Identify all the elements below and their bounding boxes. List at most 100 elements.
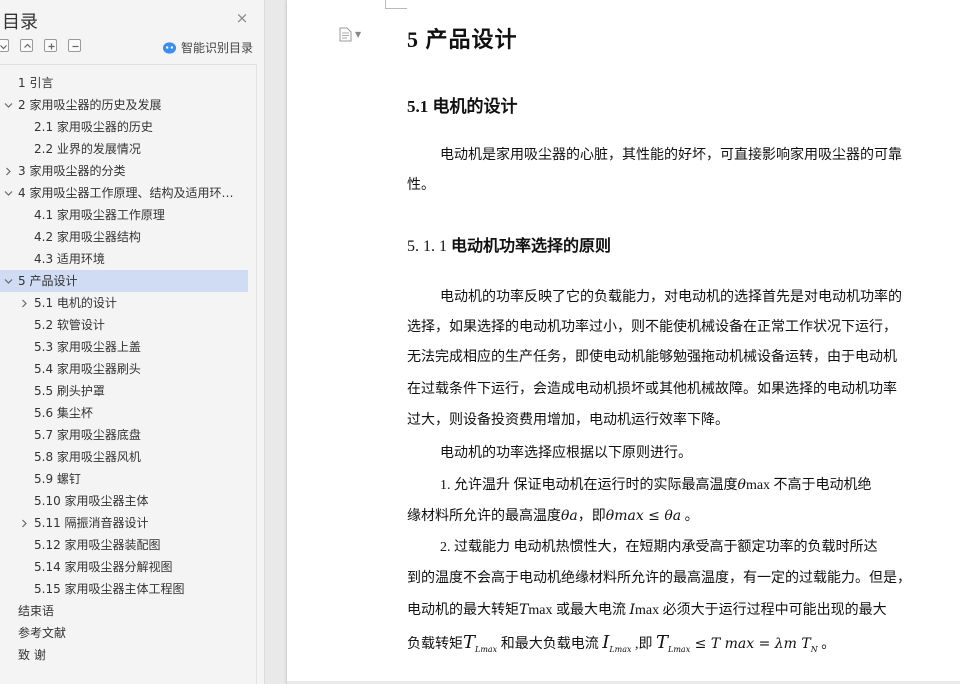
toc-item[interactable]: 4.3 适用环境 xyxy=(0,248,248,270)
toc-item-label: 5.4 家用吸尘器刷头 xyxy=(34,362,141,376)
paragraph-2-line1: 电动机的功率反映了它的负载能力，对电动机的选择首先是对电动机功率的 xyxy=(440,290,902,305)
toc-item[interactable]: 4 家用吸尘器工作原理、结构及适用环… xyxy=(0,182,248,204)
toc-item-label: 5.11 隔振消音器设计 xyxy=(34,516,149,530)
chevron-right-icon[interactable] xyxy=(20,519,29,528)
toc-item-label: 5.2 软管设计 xyxy=(34,318,105,332)
toc-item[interactable]: 5.8 家用吸尘器风机 xyxy=(0,446,248,468)
toc-item-label: 5.7 家用吸尘器底盘 xyxy=(34,428,141,442)
chevron-right-icon[interactable] xyxy=(4,167,13,176)
toc-item[interactable]: 5.2 软管设计 xyxy=(0,314,248,336)
chevron-down-icon: ▼ xyxy=(355,30,362,39)
toc-item-label: 参考文献 xyxy=(18,626,67,640)
toc-item[interactable]: 5.5 刷头护罩 xyxy=(0,380,248,402)
p4-text-a: 1. 允许温升 保证电动机在运行时的实际最高温度 xyxy=(440,478,738,493)
theta-inequality: θmax ≤ θa xyxy=(605,508,682,524)
expand-icon[interactable] xyxy=(44,39,57,52)
toc-item-label: 5.6 集尘杯 xyxy=(34,406,93,420)
chevron-down-icon[interactable] xyxy=(4,101,13,110)
t-max-symbol: T xyxy=(519,602,529,618)
paragraph-2-line4: 在过载条件下运行，会造成电动机损坏或其他机械故障。如果选择的电动机功率 xyxy=(407,382,897,397)
page-corner-mark xyxy=(385,0,407,9)
toc-item[interactable]: 2 家用吸尘器的历史及发展 xyxy=(0,94,248,116)
toc-item-label: 2.2 业界的发展情况 xyxy=(34,142,141,156)
toc-list: 1 引言 2 家用吸尘器的历史及发展 2.1 家用吸尘器的历史 2.2 业界的发展情况… xyxy=(0,72,248,666)
smart-recognize-icon xyxy=(162,42,177,54)
toc-item-label: 5.15 家用吸尘器主体工程图 xyxy=(34,582,185,596)
collapse-icon[interactable] xyxy=(68,39,81,52)
toc-item[interactable]: 2.1 家用吸尘器的历史 xyxy=(0,116,248,138)
toc-item-label: 5.1 电机的设计 xyxy=(34,296,117,310)
document-icon xyxy=(339,27,352,42)
p4-line2-d: 。 xyxy=(681,509,699,524)
expand-up-icon[interactable] xyxy=(20,39,33,52)
toc-item[interactable]: 5.1 电机的设计 xyxy=(0,292,248,314)
chevron-down-icon[interactable] xyxy=(4,277,13,286)
toc-toolbar xyxy=(0,39,92,55)
paragraph-2-line2: 选择，如果选择的电动机功率过小，则不能使机械设备在正常工作状况下运行， xyxy=(407,320,897,335)
toc-item[interactable]: 5.11 隔振消音器设计 xyxy=(0,512,248,534)
toc-item[interactable]: 结束语 xyxy=(0,600,248,622)
p4-line2-b: ，即 xyxy=(577,509,606,524)
smart-toc-label: 智能识别目录 xyxy=(181,41,254,55)
toc-item-label: 致 谢 xyxy=(18,648,46,662)
toc-item-label: 结束语 xyxy=(18,604,55,618)
toc-item[interactable]: 5.15 家用吸尘器主体工程图 xyxy=(0,578,248,600)
toc-item-label: 2 家用吸尘器的历史及发展 xyxy=(18,98,162,112)
paragraph-5-line1: 2. 过载能力 电动机热惯性大，在短期内承受高于额定功率的负载时所达 xyxy=(440,540,878,555)
toc-item[interactable]: 5.9 螺钉 xyxy=(0,468,248,490)
paragraph-5-line2: 到的温度不会高于电动机绝缘材料所允许的最高温度，有一定的过载能力。但是， xyxy=(407,571,911,586)
toc-item[interactable]: 5.7 家用吸尘器底盘 xyxy=(0,424,248,446)
toc-item[interactable]: 5.6 集尘杯 xyxy=(0,402,248,424)
paragraph-3: 电动机的功率选择应根据以下原则进行。 xyxy=(440,446,692,461)
paragraph-2-line5: 过大，则设备投资费用增加，电动机运行效率下降。 xyxy=(407,413,729,428)
toc-item[interactable]: 5.10 家用吸尘器主体 xyxy=(0,490,248,512)
toc-item[interactable]: 5 产品设计 xyxy=(0,270,248,292)
toc-item[interactable]: 致 谢 xyxy=(0,644,248,666)
toc-item-label: 5.3 家用吸尘器上盖 xyxy=(34,340,141,354)
toc-item[interactable]: 4.1 家用吸尘器工作原理 xyxy=(0,204,248,226)
toc-item-label: 5.8 家用吸尘器风机 xyxy=(34,450,141,464)
paragraph-menu-button[interactable]: ▼ xyxy=(339,27,361,42)
toc-item-label: 5.14 家用吸尘器分解视图 xyxy=(34,560,173,574)
theta-a: θa xyxy=(561,508,578,524)
toc-item[interactable]: 4.2 家用吸尘器结构 xyxy=(0,226,248,248)
p5-line4-ji: ,即 xyxy=(631,637,657,652)
t-lmax-symbol-2: T xyxy=(656,632,669,653)
chevron-right-icon[interactable] xyxy=(20,299,29,308)
close-icon[interactable]: × xyxy=(234,10,250,26)
collapse-all-icon[interactable] xyxy=(0,39,9,52)
toc-item[interactable]: 5.12 家用吸尘器装配图 xyxy=(0,534,248,556)
theta-symbol: θ xyxy=(737,477,746,493)
toc-item[interactable]: 2.2 业界的发展情况 xyxy=(0,138,248,160)
document-area: ▼ 5 产品设计 5.1 电机的设计 电动机是家用吸尘器的心脏，其性能的好坏，可… xyxy=(265,0,960,684)
heading-5-1: 5.1 电机的设计 xyxy=(407,97,518,116)
toc-item-label: 1 引言 xyxy=(18,76,54,90)
document-page[interactable]: ▼ 5 产品设计 5.1 电机的设计 电动机是家用吸尘器的心脏，其性能的好坏，可… xyxy=(287,0,960,684)
heading-5: 5 产品设计 xyxy=(407,27,518,52)
heading-number: 5. 1. 1 xyxy=(407,238,451,255)
toc-item-label: 5.10 家用吸尘器主体 xyxy=(34,494,149,508)
toc-item-label: 5.12 家用吸尘器装配图 xyxy=(34,538,161,552)
chevron-down-icon[interactable] xyxy=(4,189,13,198)
toc-item-label: 3 家用吸尘器的分类 xyxy=(18,164,126,178)
smart-toc-button[interactable]: 智能识别目录 xyxy=(162,39,253,56)
toc-item[interactable]: 1 引言 xyxy=(0,72,248,94)
t-max-sub: max xyxy=(528,603,553,618)
p4-line2-a: 缘材料所允许的最高温度 xyxy=(407,509,561,524)
p5-line3-a: 电动机的最大转矩 xyxy=(407,603,519,618)
i-lmax-sub: Lmax xyxy=(609,644,632,654)
paragraph-1-line1: 电动机是家用吸尘器的心脏，其性能的好坏，可直接影响家用吸尘器的可靠 xyxy=(440,148,902,163)
i-max-sub: max xyxy=(634,603,660,618)
n-sub: N xyxy=(810,644,818,654)
t-lmax-symbol: T xyxy=(463,632,476,653)
toc-item-label: 5.5 刷头护罩 xyxy=(34,384,105,398)
toc-sidebar: 目录 × 智能识别目录 1 引言 2 家用吸尘器的历史及发展 2.1 家用吸尘器的历… xyxy=(0,0,265,684)
p5-line3-mid: 或最大电流 xyxy=(552,603,630,618)
toc-item[interactable]: 5.4 家用吸尘器刷头 xyxy=(0,358,248,380)
toc-item-label: 5 产品设计 xyxy=(18,274,78,288)
toc-item[interactable]: 3 家用吸尘器的分类 xyxy=(0,160,248,182)
torque-formula: ≤ T max = λm T xyxy=(690,636,811,652)
toc-item[interactable]: 参考文献 xyxy=(0,622,248,644)
toc-item[interactable]: 5.3 家用吸尘器上盖 xyxy=(0,336,248,358)
toc-item[interactable]: 5.14 家用吸尘器分解视图 xyxy=(0,556,248,578)
